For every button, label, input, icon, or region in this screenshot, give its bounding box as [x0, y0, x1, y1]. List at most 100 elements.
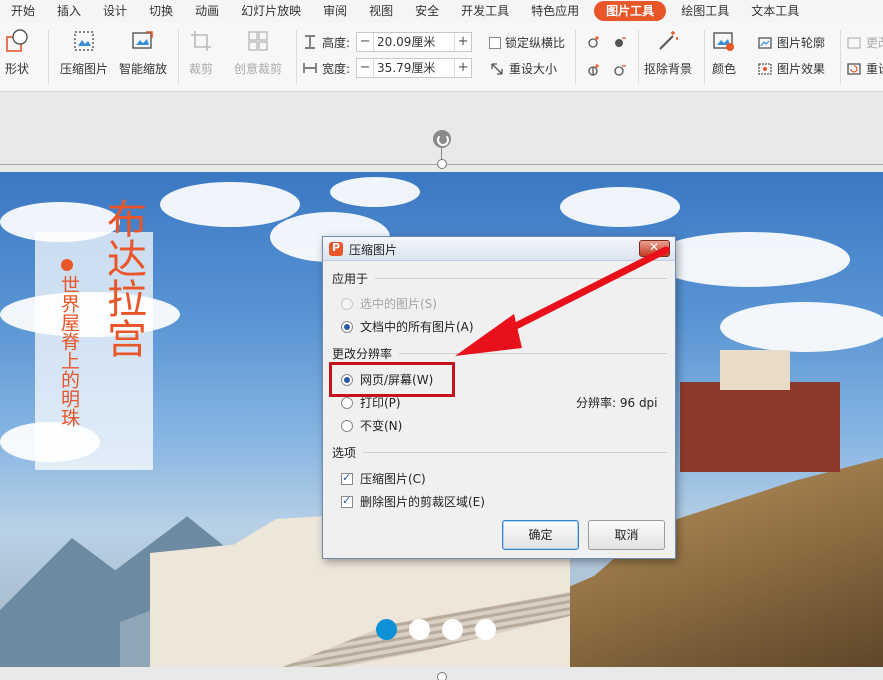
height-input[interactable]: 20.09厘米 [373, 33, 456, 51]
tab-transition[interactable]: 切换 [138, 1, 184, 21]
tab-slideshow[interactable]: 幻灯片放映 [230, 1, 312, 21]
picture-effect-icon [758, 62, 772, 75]
tab-home[interactable]: 开始 [0, 1, 46, 21]
cloud [650, 232, 850, 287]
contrast-down-icon[interactable] [612, 62, 628, 78]
contrast-up-icon[interactable] [586, 62, 602, 78]
tab-features[interactable]: 特色应用 [520, 1, 590, 21]
tab-view[interactable]: 视图 [358, 1, 404, 21]
rotate-handle-icon[interactable] [433, 130, 451, 148]
carousel-dot[interactable] [442, 619, 463, 640]
tab-animation[interactable]: 动画 [184, 1, 230, 21]
res-none-radio[interactable]: 不变(N) [341, 417, 402, 434]
width-decrement-button[interactable]: − [357, 59, 373, 77]
apply-selected-label: 选中的图片(S) [360, 297, 437, 311]
compress-picture-checkbox[interactable]: 压缩图片(C) [341, 470, 426, 487]
compress-icon [74, 31, 94, 51]
radio-button[interactable] [341, 297, 353, 310]
reset-picture-icon [847, 62, 861, 75]
dialog-title: 压缩图片 [349, 243, 398, 257]
ok-button[interactable]: 确定 [502, 520, 579, 550]
height-label: 高度: [322, 35, 351, 50]
tab-review[interactable]: 审阅 [312, 1, 358, 21]
width-stepper[interactable]: − 35.79厘米 + [356, 58, 473, 78]
compress-picture-button[interactable]: 压缩图片 [60, 28, 108, 77]
compress-label: 压缩图片 [60, 62, 109, 76]
tab-design[interactable]: 设计 [92, 1, 138, 21]
ribbon-separator [296, 30, 297, 84]
cancel-button[interactable]: 取消 [588, 520, 665, 550]
tab-developer[interactable]: 开发工具 [450, 1, 520, 21]
picture-outline-button[interactable]: 图片轮廓 [757, 34, 825, 51]
ribbon-separator [704, 30, 705, 84]
brightness-down-icon[interactable] [612, 34, 628, 50]
tab-picture-tools[interactable]: 图片工具 [594, 1, 667, 21]
picture-effect-button[interactable]: 图片效果 [757, 60, 825, 77]
height-icon [305, 35, 315, 49]
smart-zoom-icon [132, 31, 153, 49]
picture-color-icon [713, 32, 734, 51]
magic-wand-icon [659, 31, 678, 50]
annotation-highlight-box [329, 362, 455, 397]
lock-ratio-checkbox[interactable]: 锁定纵横比 [489, 34, 565, 51]
width-increment-button[interactable]: + [455, 59, 471, 77]
tab-drawing-tools[interactable]: 绘图工具 [670, 1, 740, 21]
shape-button[interactable]: 形状 [4, 28, 30, 77]
palace-tower [720, 350, 790, 390]
tab-insert[interactable]: 插入 [46, 1, 92, 21]
height-decrement-button[interactable]: − [357, 33, 373, 51]
subtitle-bullet [61, 259, 73, 271]
divider [363, 452, 667, 453]
change-picture-icon [847, 36, 861, 49]
cloud [560, 187, 680, 227]
ribbon-separator [178, 30, 179, 84]
carousel-dot[interactable] [409, 619, 430, 640]
brightness-up-icon[interactable] [586, 34, 602, 50]
radio-button[interactable] [341, 320, 353, 333]
dialog-titlebar[interactable]: 压缩图片 [323, 237, 675, 261]
resize-handle-bottom[interactable] [437, 672, 447, 680]
close-button[interactable] [639, 240, 670, 257]
cloud [330, 177, 420, 207]
reset-picture-button[interactable]: 重设 [846, 60, 883, 77]
carousel-dot[interactable] [475, 619, 496, 640]
crop-button[interactable]: 裁剪 [188, 28, 214, 77]
tab-text-tools[interactable]: 文本工具 [740, 1, 810, 21]
width-row: 宽度: − 35.79厘米 + [302, 58, 473, 78]
cloud [720, 302, 883, 352]
creative-crop-icon [248, 31, 268, 51]
compress-picture-dialog: 压缩图片 应用于 选中的图片(S) 文档中的所有图片(A) 更改分辨率 网页/屏… [322, 236, 676, 559]
wps-presentation-icon [329, 241, 343, 256]
carousel-dot[interactable] [376, 619, 397, 640]
height-row: 高度: − 20.09厘米 + [302, 32, 473, 52]
checkbox[interactable] [341, 471, 353, 485]
creative-crop-label: 创意裁剪 [234, 62, 283, 76]
tab-security[interactable]: 安全 [404, 1, 450, 21]
carousel-dots [376, 619, 496, 640]
remove-background-button[interactable]: 抠除背景 [644, 28, 692, 77]
ribbon-separator [840, 30, 841, 84]
resize-handle-top[interactable] [437, 159, 447, 169]
picture-effect-label: 图片效果 [777, 62, 826, 76]
slide-title[interactable]: 布达拉宫 [95, 198, 146, 358]
height-increment-button[interactable]: + [455, 33, 471, 51]
apply-selected-radio[interactable]: 选中的图片(S) [341, 295, 437, 312]
width-input[interactable]: 35.79厘米 [373, 59, 456, 77]
reset-size-button[interactable]: 重设大小 [489, 60, 557, 77]
divider [399, 353, 667, 354]
crop-label: 裁剪 [188, 62, 213, 76]
creative-crop-button[interactable]: 创意裁剪 [234, 28, 282, 77]
radio-button[interactable] [341, 396, 353, 409]
color-button[interactable]: 颜色 [711, 28, 737, 77]
smart-zoom-button[interactable]: 智能缩放 [119, 28, 167, 77]
slide-subtitle[interactable]: 世界屋脊上的明珠 [54, 275, 80, 427]
width-label: 宽度: [322, 61, 351, 76]
checkbox[interactable] [341, 494, 353, 508]
height-stepper[interactable]: − 20.09厘米 + [356, 32, 473, 52]
delete-crop-checkbox[interactable]: 删除图片的剪裁区域(E) [341, 493, 485, 510]
change-picture-button[interactable]: 更改 [846, 34, 883, 51]
apply-all-radio[interactable]: 文档中的所有图片(A) [341, 318, 474, 335]
lock-ratio-box[interactable] [489, 36, 501, 49]
radio-button[interactable] [341, 419, 353, 432]
ribbon-separator [48, 30, 49, 84]
